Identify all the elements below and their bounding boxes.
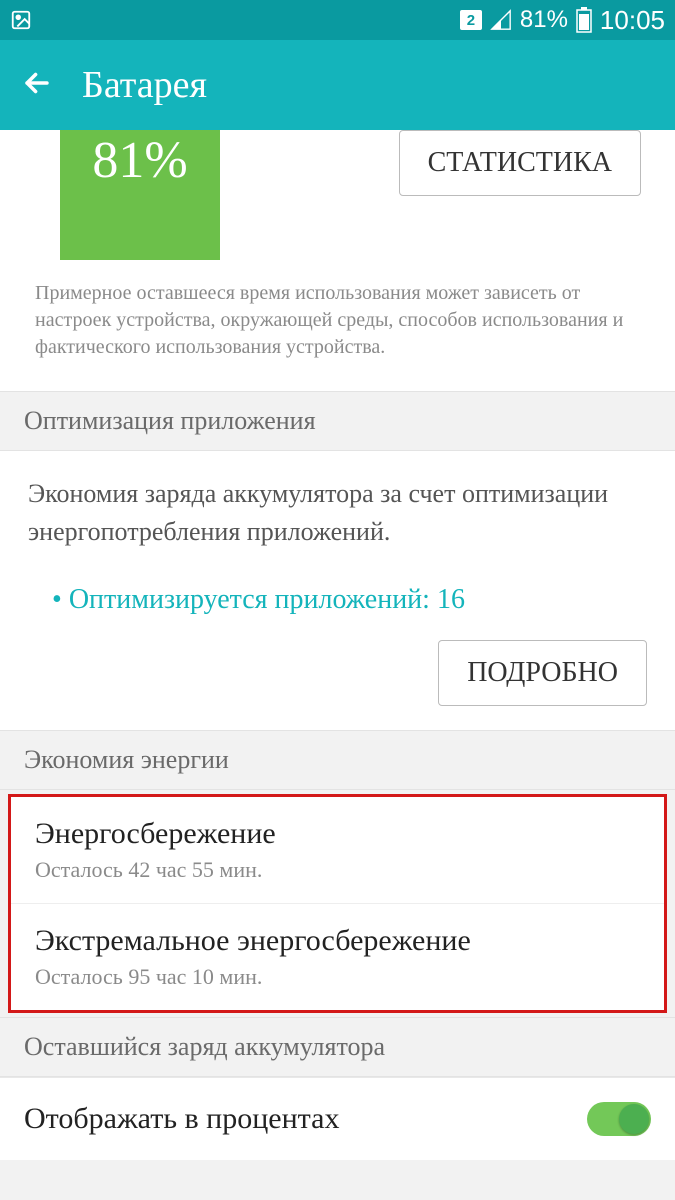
battery-icon <box>576 7 592 33</box>
statistics-button[interactable]: СТАТИСТИКА <box>399 130 641 196</box>
power-mode-item[interactable]: Экстремальное энергосбережение Осталось … <box>11 904 664 1010</box>
clock-text: 10:05 <box>600 5 665 36</box>
signal-icon <box>490 9 512 31</box>
battery-level-block: 81% <box>60 130 220 260</box>
power-mode-subtitle: Осталось 95 час 10 мин. <box>35 964 640 990</box>
power-mode-item[interactable]: Энергосбережение Осталось 42 час 55 мин. <box>11 797 664 904</box>
page-title: Батарея <box>82 63 207 107</box>
optimization-section: Экономия заряда аккумулятора за счет опт… <box>0 451 675 730</box>
usage-disclaimer: Примерное оставшееся время использования… <box>30 260 645 371</box>
details-button[interactable]: ПОДРОБНО <box>438 640 647 706</box>
section-header-power-saving: Экономия энергии <box>0 730 675 790</box>
section-header-optimization: Оптимизация приложения <box>0 391 675 451</box>
power-mode-subtitle: Осталось 42 час 55 мин. <box>35 857 640 883</box>
power-mode-title: Энергосбережение <box>35 817 640 851</box>
optimization-count: Оптимизируется приложений: 16 <box>52 584 647 616</box>
app-bar: Батарея <box>0 40 675 130</box>
show-percent-label: Отображать в процентах <box>24 1102 339 1136</box>
back-icon[interactable] <box>20 66 54 105</box>
show-percent-toggle[interactable] <box>587 1102 651 1136</box>
show-percent-row[interactable]: Отображать в процентах <box>0 1077 675 1160</box>
battery-level-text: 81% <box>92 131 187 190</box>
battery-summary-section: 81% СТАТИСТИКА Примерное оставшееся врем… <box>0 130 675 391</box>
section-header-remaining: Оставшийся заряд аккумулятора <box>0 1017 675 1077</box>
power-mode-title: Экстремальное энергосбережение <box>35 924 640 958</box>
image-icon <box>10 9 32 31</box>
highlighted-power-modes: Энергосбережение Осталось 42 час 55 мин.… <box>8 794 667 1013</box>
battery-percent-text: 81% <box>520 6 568 34</box>
optimization-description: Экономия заряда аккумулятора за счет опт… <box>28 475 647 550</box>
status-bar: 2 81% 10:05 <box>0 0 675 40</box>
sim-slot-badge: 2 <box>460 10 482 30</box>
